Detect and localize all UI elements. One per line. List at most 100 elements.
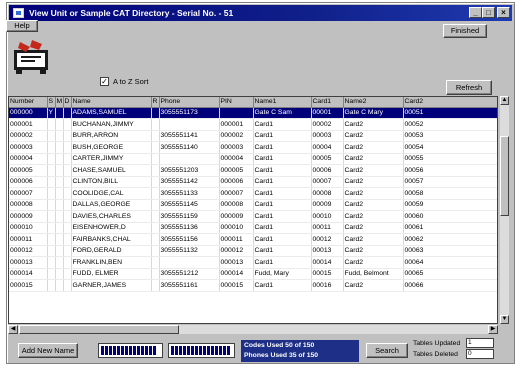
horizontal-scrollbar[interactable]: ◀ ▶ [8, 325, 498, 334]
table-cell[interactable] [151, 187, 160, 200]
table-cell[interactable]: Card2 [343, 256, 404, 269]
table-cell[interactable] [55, 141, 64, 154]
table-cell[interactable] [151, 233, 160, 246]
table-row[interactable]: 000003 BUSH,GEORGE 3055551140 000003 Card1 00… [9, 141, 497, 154]
table-cell[interactable]: Card1 [253, 141, 312, 154]
help-button[interactable]: Help [6, 20, 38, 32]
table-cell[interactable]: 3055551142 [159, 176, 220, 188]
table-cell[interactable]: 000003 [219, 141, 254, 154]
table-cell[interactable]: 000008 [219, 199, 254, 211]
table-cell[interactable]: Fudd, Belmont [343, 268, 404, 280]
table-row[interactable]: 000014 FUDD, ELMER 3055551212 000014 Fudd, M… [9, 268, 497, 280]
table-cell[interactable]: 000013 [9, 256, 48, 269]
table-cell[interactable] [151, 176, 160, 188]
table-cell[interactable]: Card1 [253, 222, 312, 234]
maximize-button[interactable]: □ [482, 7, 495, 18]
table-cell[interactable] [55, 187, 64, 200]
table-cell[interactable] [47, 176, 56, 188]
table-cell[interactable] [55, 268, 64, 280]
table-cell[interactable]: 3055551156 [159, 233, 220, 246]
table-cell[interactable]: 000014 [9, 268, 48, 280]
table-cell[interactable]: 000012 [219, 245, 254, 257]
table-cell[interactable]: Card2 [343, 141, 404, 154]
table-cell[interactable]: 3055551145 [159, 199, 220, 211]
table-cell[interactable] [159, 153, 220, 165]
table-cell[interactable] [151, 256, 160, 269]
table-cell[interactable]: 00055 [403, 153, 497, 165]
table-cell[interactable] [47, 164, 56, 177]
horizontal-scroll-thumb[interactable] [19, 325, 179, 334]
table-cell[interactable] [47, 153, 56, 165]
table-row[interactable]: 000008 DALLAS,GEORGE 3055551145 000008 Card1… [9, 199, 497, 211]
table-cell[interactable]: 000006 [219, 176, 254, 188]
table-cell[interactable]: Card1 [253, 153, 312, 165]
table-cell[interactable]: Card2 [343, 187, 404, 200]
table-cell[interactable]: 00052 [403, 118, 497, 131]
table-cell[interactable]: DAVIES,CHARLES [71, 210, 152, 223]
table-cell[interactable] [55, 210, 64, 223]
table-row[interactable]: 000011 FAIRBANKS,CHAL 3055551156 000011 Card… [9, 233, 497, 246]
column-header[interactable]: R [151, 97, 160, 108]
refresh-button[interactable]: Refresh [446, 80, 492, 95]
table-cell[interactable]: FAIRBANKS,CHAL [71, 233, 152, 246]
table-cell[interactable]: 00051 [403, 107, 497, 119]
table-cell[interactable]: 00002 [311, 118, 344, 131]
table-cell[interactable] [47, 222, 56, 234]
table-cell[interactable]: FRANKLIN,BEN [71, 256, 152, 269]
search-button[interactable]: Search [366, 343, 408, 358]
column-header[interactable]: S [47, 97, 56, 108]
column-header[interactable]: Name2 [343, 97, 404, 108]
table-cell[interactable]: 000011 [219, 233, 254, 246]
table-cell[interactable]: Card2 [343, 233, 404, 246]
scroll-down-icon[interactable]: ▼ [500, 315, 509, 324]
table-cell[interactable] [47, 233, 56, 246]
table-cell[interactable]: 00056 [403, 164, 497, 177]
table-row[interactable]: 000006 CLINTON,BILL 3055551142 000006 Card1 0… [9, 176, 497, 188]
table-cell[interactable] [55, 153, 64, 165]
table-cell[interactable] [47, 245, 56, 257]
table-cell[interactable] [47, 268, 56, 280]
table-cell[interactable] [47, 210, 56, 223]
table-cell[interactable] [47, 187, 56, 200]
table-cell[interactable]: COOLIDGE,CAL [71, 187, 152, 200]
table-cell[interactable]: Card2 [343, 130, 404, 142]
table-cell[interactable]: 00065 [403, 268, 497, 280]
table-cell[interactable]: 000012 [9, 245, 48, 257]
table-cell[interactable]: Card1 [253, 245, 312, 257]
table-cell[interactable] [151, 118, 160, 131]
scroll-left-icon[interactable]: ◀ [8, 325, 18, 334]
table-cell[interactable]: CLINTON,BILL [71, 176, 152, 188]
table-cell[interactable] [151, 222, 160, 234]
table-cell[interactable]: 000002 [9, 130, 48, 142]
table-cell[interactable]: GARNER,JAMES [71, 279, 152, 292]
table-cell[interactable]: 3055551141 [159, 130, 220, 142]
table-cell[interactable] [63, 245, 72, 257]
table-cell[interactable]: 000007 [219, 187, 254, 200]
table-cell[interactable] [151, 141, 160, 154]
table-cell[interactable]: 00060 [403, 210, 497, 223]
table-cell[interactable]: 000003 [9, 141, 48, 154]
table-cell[interactable]: Card2 [343, 210, 404, 223]
table-cell[interactable] [63, 153, 72, 165]
table-cell[interactable]: 00063 [403, 245, 497, 257]
table-row[interactable]: 000012 FORD,GERALD 3055551132 000012 Card1 00… [9, 245, 497, 257]
table-cell[interactable]: Card2 [343, 153, 404, 165]
table-cell[interactable]: 000007 [9, 187, 48, 200]
table-cell[interactable] [47, 118, 56, 131]
table-cell[interactable]: 3055551136 [159, 222, 220, 234]
table-cell[interactable]: Gate C Sam [253, 107, 312, 119]
table-cell[interactable]: Card1 [253, 118, 312, 131]
table-cell[interactable] [63, 164, 72, 177]
table-cell[interactable]: Card2 [343, 164, 404, 177]
table-cell[interactable] [151, 279, 160, 292]
table-cell[interactable] [63, 107, 72, 119]
table-cell[interactable] [159, 256, 220, 269]
table-cell[interactable]: 00010 [311, 210, 344, 223]
table-cell[interactable]: 00061 [403, 222, 497, 234]
column-header[interactable]: Number [9, 97, 48, 108]
table-cell[interactable]: 3055551133 [159, 187, 220, 200]
column-header[interactable]: Card2 [403, 97, 497, 108]
table-cell[interactable]: 000002 [219, 130, 254, 142]
table-cell[interactable]: 00058 [403, 187, 497, 200]
table-cell[interactable]: Card2 [343, 222, 404, 234]
